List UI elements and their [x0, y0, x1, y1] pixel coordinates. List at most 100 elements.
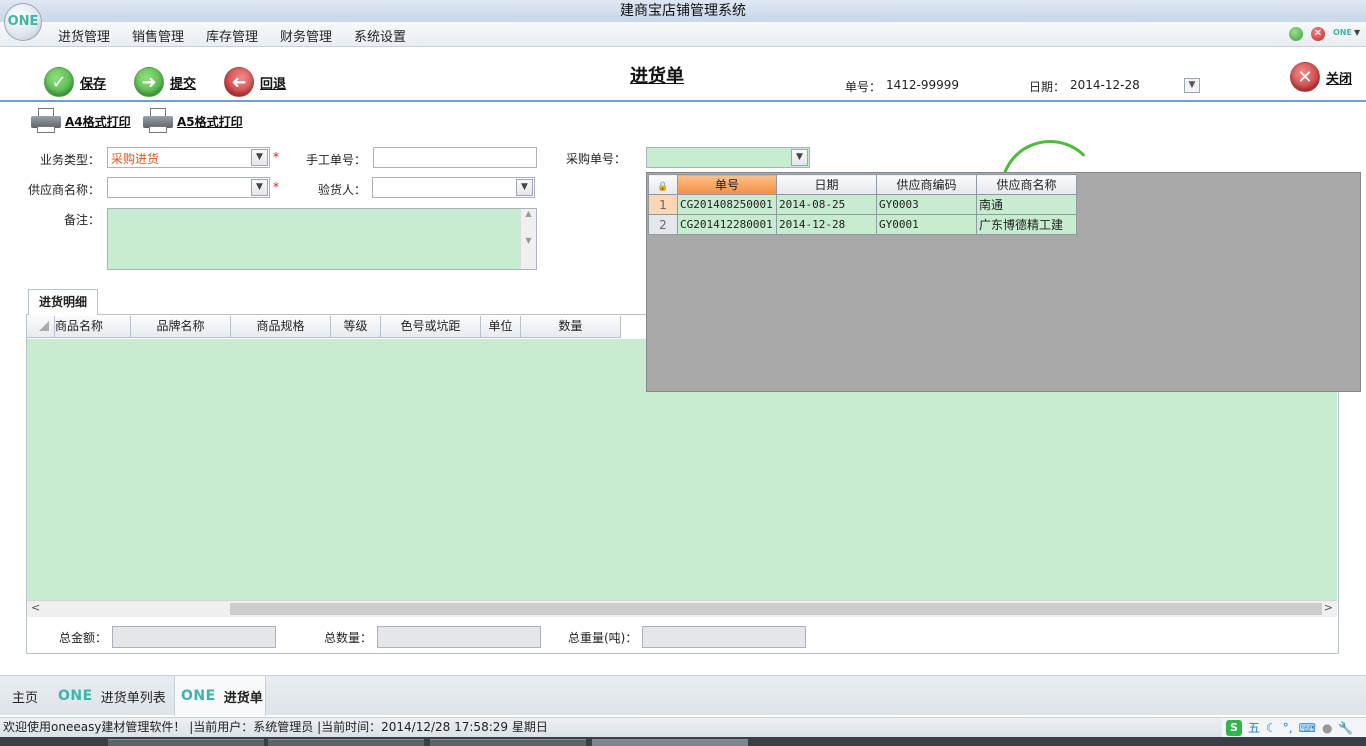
- manual-no-label: 手工单号：: [306, 153, 367, 167]
- chevron-down-icon[interactable]: ▼: [791, 149, 808, 166]
- doc-no-label: 单号：: [845, 80, 882, 94]
- chevron-down-icon[interactable]: ▼: [251, 179, 268, 196]
- tab-purchase-order-label: 进货单: [223, 690, 263, 706]
- purchase-order-dropdown[interactable]: 🔒 单号 日期 供应商编码 供应商名称 1 CG201408250001 201…: [646, 172, 1361, 392]
- total-qty-label: 总数量：: [324, 631, 373, 645]
- taskbar-item[interactable]: [430, 739, 586, 746]
- col-quantity[interactable]: 数量: [521, 316, 621, 337]
- col-brand-name[interactable]: 品牌名称: [131, 316, 231, 337]
- chevron-down-icon[interactable]: ▼: [1354, 28, 1360, 37]
- close-window-icon[interactable]: ✕: [1311, 27, 1325, 41]
- user-icon[interactable]: ●: [1322, 719, 1332, 738]
- supplier-label: 供应商名称：: [28, 183, 101, 197]
- ime-mode[interactable]: 五: [1248, 719, 1260, 738]
- menu-purchase[interactable]: 进货管理: [58, 26, 110, 45]
- taskbar-item[interactable]: [268, 739, 424, 746]
- date-value[interactable]: 2014-12-28: [1070, 78, 1140, 92]
- inspector-label: 验货人：: [318, 183, 367, 197]
- supplier-code-cell[interactable]: GY0001: [876, 214, 977, 235]
- lock-icon: 🔒: [648, 174, 678, 195]
- brand-badge: ONE: [1333, 28, 1352, 37]
- supplier-select[interactable]: ▼: [107, 177, 270, 198]
- detail-grid-scrollbar[interactable]: < >: [27, 600, 1337, 617]
- col-supplier-code[interactable]: 供应商编码: [876, 174, 977, 195]
- supplier-code-cell[interactable]: GY0003: [876, 194, 977, 215]
- detail-grid-header: 商品名称 品牌名称 商品规格 等级 色号或坑距 单位 数量: [27, 316, 621, 338]
- col-supplier-name[interactable]: 供应商名称: [976, 174, 1077, 195]
- close-button[interactable]: ✕ 关闭: [1290, 62, 1352, 92]
- punctuation-icon[interactable]: °,: [1283, 719, 1293, 738]
- print-a5-label: A5格式打印: [177, 114, 243, 129]
- row-number: 2: [648, 214, 678, 235]
- manual-no-input[interactable]: [373, 147, 537, 168]
- save-button[interactable]: ✓ 保存: [44, 67, 106, 97]
- ime-toolbar[interactable]: S 五 ☾ °, ⌨ ● 🔧: [1222, 718, 1366, 738]
- menu-settings[interactable]: 系统设置: [354, 26, 406, 45]
- row-number: 1: [648, 194, 678, 215]
- menu-finance[interactable]: 财务管理: [280, 26, 332, 45]
- taskbar-item[interactable]: [592, 739, 748, 746]
- submit-label: 提交: [170, 76, 197, 92]
- save-label: 保存: [80, 76, 107, 92]
- tab-purchase-detail[interactable]: 进货明细: [28, 289, 98, 315]
- col-grade[interactable]: 等级: [331, 316, 381, 337]
- total-amount-label: 总金额：: [59, 631, 108, 645]
- col-date[interactable]: 日期: [776, 174, 877, 195]
- print-a4-button[interactable]: A4格式打印: [31, 108, 131, 134]
- inspector-select[interactable]: ▼: [372, 177, 535, 198]
- required-mark: *: [273, 150, 279, 164]
- supplier-name-cell[interactable]: 南通: [976, 194, 1077, 215]
- remark-scrollbar[interactable]: ▲ ▼: [520, 209, 536, 269]
- order-no-cell[interactable]: CG201408250001: [677, 194, 777, 215]
- order-no-cell[interactable]: CG201412280001: [677, 214, 777, 235]
- select-all-corner[interactable]: [27, 316, 55, 337]
- biz-type-value: 采购进货: [111, 152, 160, 166]
- supplier-name-cell[interactable]: 广东博德精工建: [976, 214, 1077, 235]
- col-order-no[interactable]: 单号: [677, 174, 777, 195]
- back-label: 回退: [260, 76, 287, 92]
- submit-button[interactable]: ➜ 提交: [134, 67, 196, 97]
- biz-type-select[interactable]: 采购进货 ▼: [107, 147, 270, 168]
- menu-inventory[interactable]: 库存管理: [206, 26, 258, 45]
- biz-type-label: 业务类型：: [40, 153, 101, 167]
- date-cell[interactable]: 2014-12-28: [776, 214, 877, 235]
- close-icon: ✕: [1290, 62, 1320, 92]
- tab-purchase-order[interactable]: ONE 进货单: [174, 676, 266, 716]
- keyboard-icon[interactable]: ⌨: [1299, 719, 1316, 738]
- print-a5-button[interactable]: A5格式打印: [143, 108, 243, 134]
- col-unit[interactable]: 单位: [481, 316, 521, 337]
- remark-textarea[interactable]: ▲ ▼: [107, 208, 537, 270]
- purchase-no-select[interactable]: ▼: [646, 147, 810, 168]
- window-titlebar: 建商宝店铺管理系统: [0, 0, 1366, 22]
- moon-icon[interactable]: ☾: [1266, 719, 1277, 738]
- scroll-left-icon[interactable]: <: [31, 601, 40, 614]
- wrench-icon[interactable]: 🔧: [1338, 719, 1353, 738]
- total-qty-field: [377, 626, 541, 648]
- scroll-right-icon[interactable]: >: [1324, 601, 1333, 614]
- os-taskbar: [0, 737, 1366, 746]
- print-a4-label: A4格式打印: [65, 114, 131, 129]
- date-picker-chevron-icon[interactable]: ▼: [1184, 78, 1200, 93]
- purchase-order-table: 🔒 单号 日期 供应商编码 供应商名称 1 CG201408250001 201…: [648, 174, 1077, 235]
- app-logo: ONE: [4, 3, 42, 41]
- col-color-no[interactable]: 色号或坑距: [381, 316, 481, 337]
- minimize-icon[interactable]: [1289, 27, 1303, 41]
- required-mark: *: [273, 180, 279, 194]
- col-product-name[interactable]: 商品名称: [55, 316, 131, 337]
- tab-purchase-list[interactable]: ONE 进货单列表: [58, 676, 166, 716]
- total-weight-label: 总重量(吨)：: [568, 631, 638, 645]
- remark-label: 备注：: [64, 213, 101, 227]
- tab-home[interactable]: 主页: [12, 676, 38, 716]
- menu-sales[interactable]: 销售管理: [132, 26, 184, 45]
- date-cell[interactable]: 2014-08-25: [776, 194, 877, 215]
- chevron-down-icon[interactable]: ▼: [516, 179, 533, 196]
- table-row[interactable]: 2 CG201412280001 2014-12-28 GY0001 广东博德精…: [648, 214, 1077, 235]
- status-bar: 欢迎使用oneeasy建材管理软件！ |当前用户：系统管理员 |当前时间：201…: [0, 717, 1366, 738]
- col-spec[interactable]: 商品规格: [231, 316, 331, 337]
- back-button[interactable]: ➜ 回退: [224, 67, 286, 97]
- sogou-ime-icon[interactable]: S: [1226, 720, 1242, 736]
- scroll-thumb[interactable]: [230, 603, 1322, 615]
- chevron-down-icon[interactable]: ▼: [251, 149, 268, 166]
- table-row[interactable]: 1 CG201408250001 2014-08-25 GY0003 南通: [648, 194, 1077, 215]
- taskbar-item[interactable]: [108, 739, 264, 746]
